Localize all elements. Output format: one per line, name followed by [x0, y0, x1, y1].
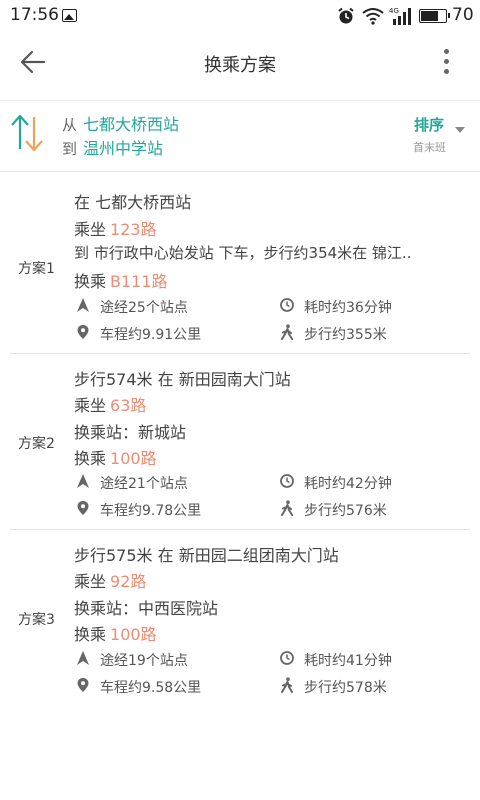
signal-icon: 4G: [389, 7, 411, 25]
status-bar: 17:56 4G 70: [0, 0, 480, 32]
plan-item[interactable]: 方案1 在 七都大桥西站 乘坐 123路 到 市行政中心始发站 下车，步行约354…: [0, 172, 480, 354]
bus-route: 123路: [110, 220, 157, 239]
navigation-arrow-icon: [77, 651, 89, 665]
bus-route: 92路: [110, 572, 147, 591]
plan-item[interactable]: 方案2 步行574米 在 新田园南大门站 乘坐 63路 换乘站：新城站 换乘 100…: [0, 354, 480, 530]
clock-icon: [280, 474, 294, 488]
plan-name: 方案1: [18, 261, 55, 277]
page-title: 换乘方案: [204, 55, 276, 76]
plan-line: 换乘 100路: [74, 449, 157, 468]
plan-name: 方案3: [18, 612, 55, 628]
to-prefix: 到: [62, 140, 78, 158]
clock-icon: [280, 651, 294, 665]
location-pin-icon: [77, 678, 89, 692]
battery-icon: [419, 9, 450, 23]
plan-line: 乘坐 123路: [74, 220, 157, 239]
plan-line: 换乘 100路: [74, 625, 157, 644]
route-header: 从七都大桥西站 到温州中学站 排序 首末班: [0, 100, 480, 172]
plan-line: 到 市行政中心始发站 下车，步行约354米在 锦江..: [74, 244, 412, 262]
plan-item[interactable]: 方案3 步行575米 在 新田园二组团南大门站 乘坐 92路 换乘站：中西医院站 …: [0, 530, 480, 706]
wifi-icon: [362, 8, 384, 25]
swap-direction-icon[interactable]: [10, 111, 46, 155]
navigation-arrow-icon: [77, 298, 89, 312]
alarm-icon: [338, 7, 354, 24]
from-station: 七都大桥西站: [83, 115, 180, 134]
plan-line: 换乘站：中西医院站: [74, 599, 219, 618]
bus-route: 100路: [110, 625, 157, 644]
gallery-icon: [62, 9, 77, 22]
plan-name: 方案2: [18, 436, 55, 452]
plan-line: 在 七都大桥西站: [74, 193, 192, 212]
plan-line: 换乘站：新城站: [74, 423, 187, 442]
plan-line: 乘坐 92路: [74, 572, 147, 591]
walking-person-icon: [281, 324, 293, 340]
sort-mode-label: 首末班: [413, 141, 446, 154]
to-row[interactable]: 到温州中学站: [62, 135, 163, 159]
bus-route: B111路: [110, 272, 168, 291]
location-pin-icon: [77, 501, 89, 515]
network-type: 4G: [389, 7, 399, 15]
sort-button[interactable]: 排序: [414, 114, 444, 135]
plan-line: 步行575米 在 新田园二组团南大门站: [74, 546, 339, 565]
status-time: 17:56: [10, 5, 59, 25]
battery-level: 70: [452, 5, 474, 25]
more-vertical-icon[interactable]: [432, 46, 460, 78]
from-prefix: 从: [62, 116, 78, 134]
navigation-arrow-icon: [77, 474, 89, 488]
location-pin-icon: [77, 325, 89, 339]
walking-person-icon: [281, 500, 293, 516]
plan-line: 乘坐 63路: [74, 396, 147, 415]
to-station: 温州中学站: [83, 139, 164, 158]
bus-route: 63路: [110, 396, 147, 415]
title-bar: 换乘方案: [0, 32, 480, 92]
from-row[interactable]: 从七都大桥西站: [62, 111, 179, 135]
plan-line: 换乘 B111路: [74, 272, 168, 291]
walking-person-icon: [281, 677, 293, 693]
plan-line: 步行574米 在 新田园南大门站: [74, 370, 291, 389]
sort-dropdown-icon[interactable]: [455, 127, 465, 133]
bus-route: 100路: [110, 449, 157, 468]
clock-icon: [280, 298, 294, 312]
